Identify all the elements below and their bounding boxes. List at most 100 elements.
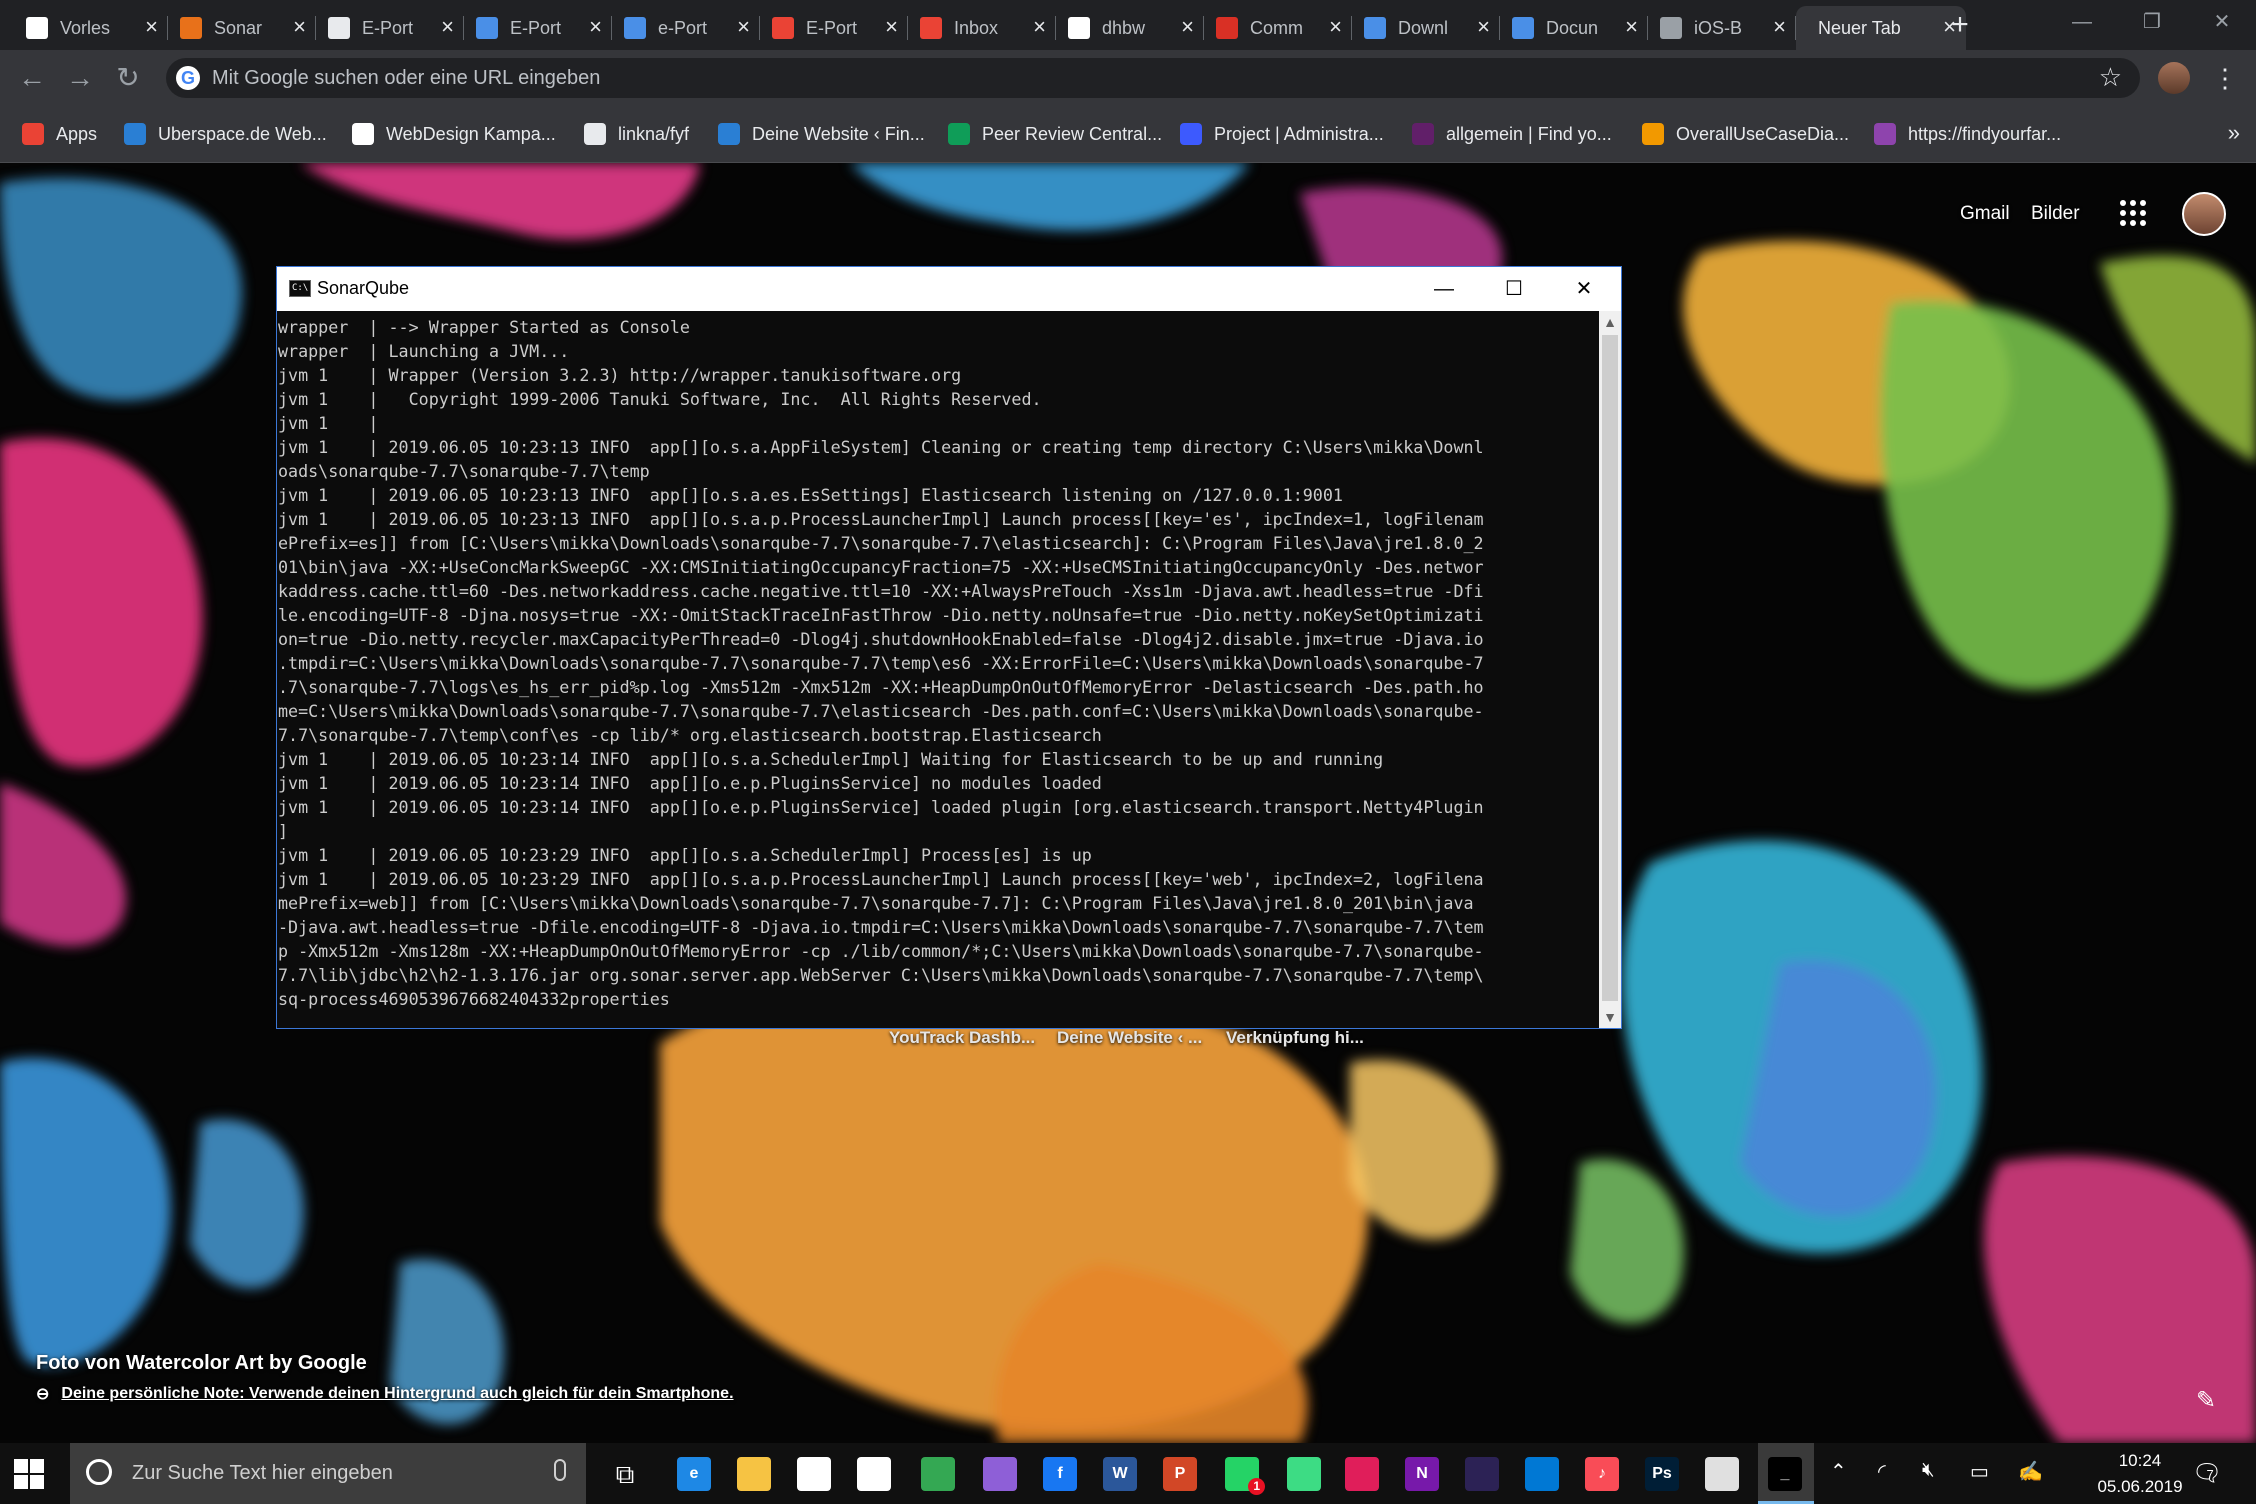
bookmark-item[interactable]: linkna/fyf (584, 120, 689, 148)
reload-icon[interactable]: ↻ (110, 60, 146, 96)
volume-muted-icon[interactable]: 🔇︎ (1922, 1459, 1935, 1482)
minimize-window-button[interactable]: — (2048, 0, 2116, 44)
browser-tab[interactable]: iOS-B × (1648, 6, 1796, 50)
bookmark-item[interactable]: WebDesign Kampa... (352, 120, 556, 148)
bookmark-item[interactable]: OverallUseCaseDia... (1642, 120, 1849, 148)
wifi-icon[interactable]: ◜ (1878, 1459, 1886, 1484)
tab-close-icon[interactable]: × (1773, 16, 1786, 38)
edge-icon[interactable]: e (677, 1457, 711, 1491)
powerpoint-icon[interactable]: P (1163, 1457, 1197, 1491)
bookmarks-overflow-icon[interactable]: » (2228, 120, 2240, 146)
maximize-window-button[interactable]: ❐ (2118, 0, 2186, 44)
tab-close-icon[interactable]: × (441, 16, 454, 38)
tray-overflow-chevron-icon[interactable]: ⌃ (1830, 1459, 1847, 1484)
browser-tab[interactable]: E-Port × (464, 6, 612, 50)
windows-start-icon[interactable] (14, 1459, 44, 1489)
profile-avatar[interactable] (2158, 62, 2190, 94)
store-icon[interactable] (857, 1457, 891, 1491)
pen-icon[interactable]: ✍ (2018, 1459, 2043, 1484)
microphone-icon[interactable] (554, 1459, 566, 1481)
tab-close-icon[interactable]: × (737, 16, 750, 38)
action-center-icon[interactable]: 🗨︎7 (2192, 1459, 2230, 1488)
back-arrow-icon[interactable]: ← (14, 60, 50, 96)
whatsapp-icon[interactable]: 1 (1225, 1457, 1265, 1495)
slack-icon[interactable] (1345, 1457, 1379, 1491)
tab-close-icon[interactable]: × (1625, 16, 1638, 38)
forward-arrow-icon[interactable]: → (62, 60, 98, 96)
shortcut-tile[interactable]: YouTrack Dashb... (889, 1028, 1035, 1048)
file-explorer-icon[interactable] (737, 1457, 771, 1491)
console-app-icon: C:\ (289, 280, 311, 297)
browser-tab[interactable]: Downl × (1352, 6, 1500, 50)
word-icon[interactable]: W (1103, 1457, 1137, 1491)
bookmark-item[interactable]: Uberspace.de Web... (124, 120, 327, 148)
browser-tab[interactable]: Comm × (1204, 6, 1352, 50)
browser-tab[interactable]: dhbw × (1056, 6, 1204, 50)
close-window-button[interactable]: ✕ (2188, 0, 2256, 44)
tab-close-icon[interactable]: × (1477, 16, 1490, 38)
images-link[interactable]: Bilder (2031, 203, 2080, 225)
google-account-avatar[interactable] (2182, 192, 2226, 236)
chrome-icon[interactable] (921, 1457, 955, 1491)
clock-date[interactable]: 05.06.2019 (2078, 1477, 2202, 1497)
clock-time[interactable]: 10:24 (2090, 1451, 2190, 1471)
scroll-down-arrow-icon[interactable]: ▼ (1599, 1006, 1621, 1028)
bookmark-item[interactable]: Peer Review Central... (948, 120, 1162, 148)
android-studio-icon[interactable] (1287, 1457, 1321, 1491)
tab-close-icon[interactable]: × (885, 16, 898, 38)
background-note[interactable]: ⊖ Deine persönliche Note: Verwende deine… (36, 1384, 734, 1404)
browser-tab[interactable]: Vorles × (14, 6, 168, 50)
paint-icon[interactable] (1705, 1457, 1739, 1491)
tab-close-icon[interactable]: × (1181, 16, 1194, 38)
console-title-bar[interactable]: C:\ SonarQube — ☐ ✕ (277, 267, 1621, 311)
console-scrollbar[interactable]: ▲ ▼ (1599, 311, 1621, 1028)
bookmark-item[interactable]: Apps (22, 120, 97, 148)
google-apps-icon[interactable] (2120, 200, 2150, 230)
shortcut-tile[interactable]: Deine Website ‹ ... (1057, 1028, 1202, 1048)
onedrive-icon[interactable] (1525, 1457, 1559, 1491)
address-bar[interactable]: G Mit Google suchen oder eine URL eingeb… (166, 58, 2140, 98)
console-maximize-button[interactable]: ☐ (1479, 267, 1549, 311)
background-note-link[interactable]: Deine persönliche Note: Verwende deinen … (61, 1385, 733, 1403)
battery-icon[interactable]: ▭ (1970, 1459, 1989, 1484)
new-tab-button[interactable]: + (1942, 8, 1978, 44)
browser-tab[interactable]: E-Port × (316, 6, 464, 50)
console-minimize-button[interactable]: — (1409, 267, 1479, 311)
bookmark-item[interactable]: https://findyourfar... (1874, 120, 2061, 148)
browser-menu-icon[interactable]: ⋮ (2212, 60, 2238, 96)
taskbar-search-box[interactable]: Zur Suche Text hier eingeben (70, 1443, 586, 1504)
shortcut-tile[interactable]: Verknüpfung hi... (1226, 1028, 1364, 1048)
cmd-icon[interactable]: _ (1768, 1457, 1802, 1491)
itunes-icon[interactable]: ♪ (1585, 1457, 1619, 1491)
scrollbar-thumb[interactable] (1602, 335, 1618, 1001)
mail-icon[interactable] (797, 1457, 831, 1491)
task-view-icon[interactable]: ⧉ (608, 1457, 642, 1491)
onenote-icon[interactable]: N (1405, 1457, 1439, 1491)
facebook-icon[interactable]: f (1043, 1457, 1077, 1491)
browser-tab[interactable]: Inbox × (908, 6, 1056, 50)
browser-tab[interactable]: Sonar × (168, 6, 316, 50)
customize-pencil-icon[interactable]: ✎ (2196, 1386, 2216, 1415)
bookmark-item[interactable]: allgemein | Find yo... (1412, 120, 1612, 148)
eclipse-icon[interactable] (1465, 1457, 1499, 1491)
bookmark-item[interactable]: Project | Administra... (1180, 120, 1384, 148)
tab-close-icon[interactable]: × (1329, 16, 1342, 38)
tab-close-icon[interactable]: × (1033, 16, 1046, 38)
scroll-up-arrow-icon[interactable]: ▲ (1599, 311, 1621, 333)
bookmark-item[interactable]: Deine Website ‹ Fin... (718, 120, 925, 148)
console-output[interactable]: wrapper | --> Wrapper Started as Console… (278, 311, 1598, 1027)
browser-tab[interactable]: Docun × (1500, 6, 1648, 50)
tab-close-icon[interactable]: × (589, 16, 602, 38)
bookmark-star-icon[interactable]: ☆ (2099, 62, 2122, 93)
visual-studio-icon[interactable] (983, 1457, 1017, 1491)
bookmark-label: Peer Review Central... (982, 123, 1163, 144)
console-close-button[interactable]: ✕ (1549, 267, 1619, 311)
gmail-link[interactable]: Gmail (1960, 203, 2010, 225)
browser-tab[interactable]: Neuer Tab × (1796, 6, 1966, 50)
photoshop-icon[interactable]: Ps (1645, 1457, 1679, 1491)
tab-close-icon[interactable]: × (293, 16, 306, 38)
browser-tab[interactable]: E-Port × (760, 6, 908, 50)
browser-tab[interactable]: e-Port × (612, 6, 760, 50)
background-attribution[interactable]: Foto von Watercolor Art by Google (36, 1352, 367, 1375)
tab-close-icon[interactable]: × (145, 16, 158, 38)
